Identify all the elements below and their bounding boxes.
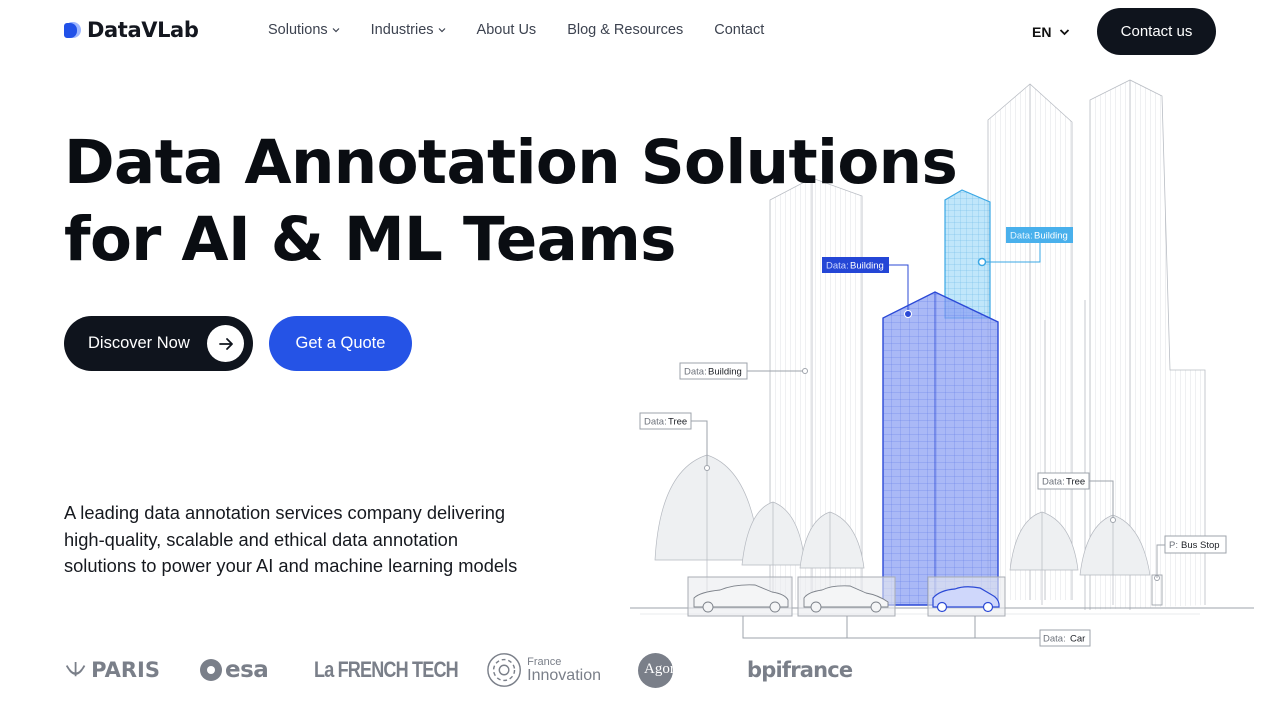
menu-item-label: Contact [714,22,765,38]
label-prefix: P: [1169,540,1178,551]
label-bus-stop: P: Bus Stop [1164,535,1227,554]
paris-emblem-icon [65,661,86,677]
top-navbar: DataVLab Solutions Industries About Us B… [0,0,1280,62]
main-menu: Solutions Industries About Us Blog & Res… [268,22,764,38]
menu-item-label: Industries [370,22,434,38]
menu-item-label: Solutions [268,22,328,38]
chevron-down-icon [438,28,445,33]
menu-item-about[interactable]: About Us [477,22,537,38]
car-boxes [687,576,1040,639]
paris-logo: PARIS [64,650,160,690]
label-value: Bus Stop [1181,540,1220,551]
menu-item-industries[interactable]: Industries [371,22,446,38]
label-prefix: Data: [684,367,707,378]
france-innovation-emblem-icon [487,653,521,687]
label-tree-left: Data: Tree [639,412,692,430]
datavlab-logo-icon [64,21,81,39]
esa-emblem-icon [200,659,222,681]
esa-logo: esa [199,650,271,690]
label-value: Building [1034,231,1068,242]
brand-name: DataVLab [87,18,199,42]
label-building-left: Data: Building [679,362,748,380]
contact-us-button[interactable]: Contact us [1097,8,1216,55]
hero-description: A leading data annotation services compa… [64,502,518,576]
france-innovation-logo: France Innovation [486,650,601,690]
brand-logo[interactable]: DataVLab [64,18,199,42]
label-value: Building [708,367,742,378]
menu-item-label: Blog & Resources [567,22,684,38]
menu-item-solutions[interactable]: Solutions [268,22,340,38]
label-prefix: Data: [1042,477,1065,488]
label-value: Tree [1066,477,1085,488]
chevron-down-icon [1060,29,1070,36]
label-value: Car [1070,634,1085,645]
menu-item-contact[interactable]: Contact [714,22,764,38]
menu-item-label: About Us [476,22,537,38]
highlighted-building-dark [882,291,999,606]
label-value: Tree [668,417,687,428]
discover-now-label: Discover Now [88,334,190,352]
chevron-down-icon [332,28,340,33]
menu-item-blog[interactable]: Blog & Resources [567,22,683,38]
label-building-light: Data: Building [1006,227,1073,243]
discover-now-button[interactable]: Discover Now [64,316,253,371]
french-tech-logo: La FRENCH TECH [314,657,459,682]
hero-title-line-2: for AI & ML Teams [64,204,676,275]
label-prefix: Data: [644,417,667,428]
language-selector[interactable]: EN [1032,24,1070,40]
language-label: EN [1032,24,1052,40]
highlighted-building-light [944,189,991,319]
label-tree-right: Data: Tree [1037,472,1090,490]
arrow-right-icon [207,325,244,362]
get-a-quote-button[interactable]: Get a Quote [269,316,412,371]
label-prefix: Data: [1010,231,1033,242]
hero-title: Data Annotation Solutions for AI & ML Te… [64,124,958,278]
label-prefix: Data: [1043,634,1066,645]
label-car: Data: Car [1039,629,1091,647]
hero-title-line-1: Data Annotation Solutions [64,127,958,198]
